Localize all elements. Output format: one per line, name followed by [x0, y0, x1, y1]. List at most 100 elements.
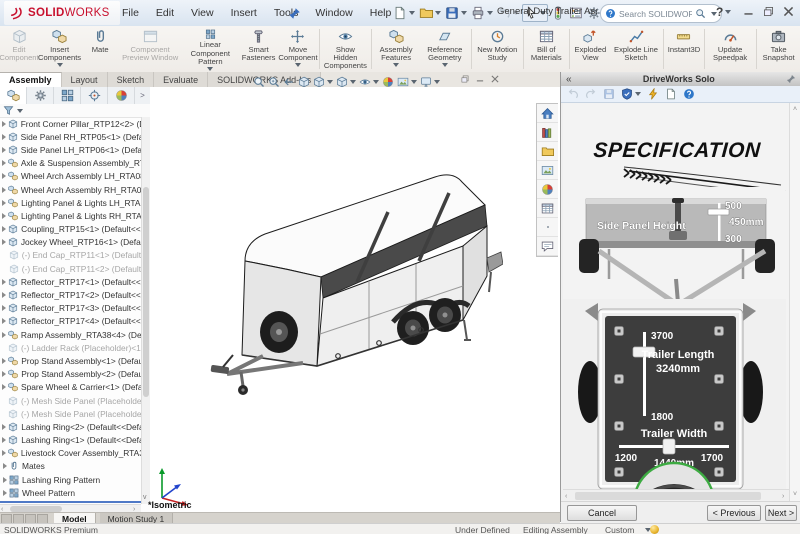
smart-fasteners-button[interactable]: Smart Fasteners	[239, 26, 277, 72]
cancel-button[interactable]: Cancel	[567, 505, 637, 521]
tree-item-axle-suspension-assemb[interactable]: Axle & Suspension Assembly_RTA07	[0, 157, 141, 170]
next-button[interactable]: Next >	[765, 505, 797, 521]
tree-item-wheel-arch-assembly-rh-r[interactable]: Wheel Arch Assembly RH_RTA09<1>	[0, 183, 141, 196]
tree-item-end-cap-rtp11-2-de[interactable]: (-) End Cap_RTP11<2> (Default)	[0, 262, 141, 275]
dropdown-caret-icon[interactable]	[435, 11, 441, 15]
explode-line-sketch-button[interactable]: Explode Line Sketch	[610, 26, 662, 72]
dropdown-caret-icon[interactable]	[350, 80, 356, 84]
expand-arrow-icon[interactable]	[0, 173, 8, 179]
instant3d-button[interactable]: Instant3D	[665, 26, 703, 72]
dropdown-caret-icon[interactable]	[434, 80, 440, 84]
dw-hscroll-right-icon[interactable]: ›	[782, 493, 784, 500]
panel-collapse-icon[interactable]: «	[561, 74, 577, 85]
previous-button[interactable]: < Previous	[707, 505, 761, 521]
dropdown-caret-icon[interactable]	[327, 80, 333, 84]
dw-help-button[interactable]	[683, 85, 695, 103]
panel-tab-feature-manager[interactable]	[0, 87, 27, 104]
exploded-view-button[interactable]: Exploded View	[571, 26, 610, 72]
expand-arrow-icon[interactable]	[0, 121, 8, 127]
tree-item-livestock-cover-assembly[interactable]: Livestock Cover Assembly_RTA39<3	[0, 447, 141, 460]
filter-icon[interactable]	[3, 105, 14, 116]
menu-file[interactable]: File	[122, 7, 139, 19]
expand-arrow-icon[interactable]	[0, 477, 9, 483]
trailer-width-slider-thumb[interactable]	[663, 439, 675, 454]
menu-edit[interactable]: Edit	[156, 7, 174, 19]
taskpane-view-palette-button[interactable]	[537, 161, 558, 180]
tab-assembly[interactable]: Assembly	[0, 72, 62, 87]
linear-component-pattern-button[interactable]: Linear Component Pattern	[181, 26, 239, 72]
tree-item-lighting-panel-lights[interactable]: Lighting Panel & Lights LH_RTA13<	[0, 196, 141, 209]
trailer-3d-model[interactable]	[183, 160, 503, 408]
print-button[interactable]	[470, 5, 494, 21]
tree-item-jockey-wheel-rtp16-1-d[interactable]: Jockey Wheel_RTP16<1> (Default<<	[0, 236, 141, 249]
tree-vertical-scrollbar[interactable]: v	[141, 117, 150, 504]
tree-item-lighting-panel-lights[interactable]: Lighting Panel & Lights RH_RTA14<	[0, 209, 141, 222]
tree-item-lashing-ring-1-default[interactable]: Lashing Ring<1> (Default<<Default	[0, 434, 141, 447]
assembly-features-button[interactable]: Assembly Features	[373, 26, 420, 72]
reference-geometry-button[interactable]: Reference Geometry	[420, 26, 471, 72]
tree-item-wheel-arch-assembly-lh-r[interactable]: Wheel Arch Assembly LH_RTA08<1>	[0, 170, 141, 183]
expand-arrow-icon[interactable]	[0, 160, 8, 166]
expand-arrow-icon[interactable]	[0, 134, 8, 140]
menu-view[interactable]: View	[191, 7, 214, 19]
tree-item-ramp-assembly-rta38-4[interactable]: Ramp Assembly_RTA38<4> (Default	[0, 328, 141, 341]
taskpane-separator-dot-button[interactable]	[537, 218, 558, 237]
doc-restore-icon[interactable]	[460, 74, 470, 84]
expand-arrow-icon[interactable]	[0, 187, 8, 193]
dropdown-caret-icon[interactable]	[411, 80, 417, 84]
tree-item-reflector-rtp17-4-defa[interactable]: Reflector_RTP17<4> (Default<<Defa	[0, 315, 141, 328]
menu-insert[interactable]: Insert	[231, 7, 257, 19]
status-units-select[interactable]: Custom	[605, 525, 634, 534]
open-folder-button[interactable]	[418, 5, 442, 21]
new-document-button[interactable]	[392, 5, 416, 21]
dropdown-caret-icon[interactable]	[373, 80, 379, 84]
panel-tab-overflow[interactable]: >	[135, 87, 150, 104]
help-button[interactable]: ?	[716, 5, 731, 19]
panel-tab-property-manager[interactable]	[27, 87, 54, 104]
tree-item-mesh-side-panel-pla[interactable]: (-) Mesh Side Panel (Placeholder)<1	[0, 394, 141, 407]
tree-item-mesh-side-panel-pla[interactable]: (-) Mesh Side Panel (Placeholder)<2	[0, 407, 141, 420]
expand-arrow-icon[interactable]	[0, 450, 8, 456]
expand-arrow-icon[interactable]	[0, 292, 8, 298]
tree-item-front-corner-pillar-rtp1[interactable]: Front Corner Pillar_RTP12<2> (Defau	[0, 117, 141, 130]
tree-item-lashing-ring-2-default[interactable]: Lashing Ring<2> (Default<<Default	[0, 420, 141, 433]
tree-item-end-cap-rtp11-1-de[interactable]: (-) End Cap_RTP11<1> (Default)	[0, 249, 141, 262]
menu-window[interactable]: Window	[315, 7, 352, 19]
expand-arrow-icon[interactable]	[0, 305, 8, 311]
expand-arrow-icon[interactable]	[0, 318, 8, 324]
doc-close-icon[interactable]	[490, 74, 500, 84]
tree-item-side-panel-lh-rtp06-1[interactable]: Side Panel LH_RTP06<1> (Default<<	[0, 143, 141, 156]
dw-vscroll-up-icon[interactable]: ˄	[793, 106, 797, 113]
panel-tab-dimxpert-manager[interactable]	[81, 87, 108, 104]
update-speedpak-button[interactable]: Update Speedpak	[706, 26, 755, 72]
expand-arrow-icon[interactable]	[0, 213, 8, 219]
panel-tab-configuration-manager[interactable]	[54, 87, 81, 104]
taskpane-file-explorer-button[interactable]	[537, 142, 558, 161]
panel-pin-icon[interactable]	[781, 74, 800, 85]
dropdown-caret-icon[interactable]	[207, 67, 213, 71]
taskpane-custom-properties-button[interactable]	[537, 199, 558, 218]
tree-vscroll-down-icon[interactable]: v	[143, 494, 147, 501]
tree-item-mates[interactable]: Mates	[0, 460, 141, 473]
search-icon[interactable]	[695, 8, 706, 19]
expand-arrow-icon[interactable]	[0, 437, 8, 443]
dw-hscroll-left-icon[interactable]: ‹	[565, 493, 567, 500]
panel-tab-display-manager[interactable]	[108, 87, 135, 104]
dropdown-caret-icon[interactable]	[393, 63, 399, 67]
tree-item-reflector-rtp17-3-defa[interactable]: Reflector_RTP17<3> (Default<<Defa	[0, 302, 141, 315]
rollback-bar[interactable]	[0, 501, 141, 503]
dropdown-caret-icon[interactable]	[461, 11, 467, 15]
doc-minimize-icon[interactable]	[475, 74, 485, 84]
tab-evaluate[interactable]: Evaluate	[154, 72, 208, 87]
insert-components-button[interactable]: Insert Components	[38, 26, 81, 72]
tree-item-wheel-pattern[interactable]: Wheel Pattern	[0, 486, 141, 499]
taskpane-home-button[interactable]	[537, 104, 558, 123]
dropdown-caret-icon[interactable]	[487, 11, 493, 15]
close-icon[interactable]	[782, 5, 795, 18]
dropdown-caret-icon[interactable]	[295, 63, 301, 67]
tree-item-reflector-rtp17-2-defa[interactable]: Reflector_RTP17<2> (Default<<Defa	[0, 288, 141, 301]
dw-hscroll-thumb[interactable]	[575, 492, 761, 500]
expand-arrow-icon[interactable]	[0, 147, 8, 153]
tree-item-prop-stand-assembly-1[interactable]: Prop Stand Assembly<1> (Default<	[0, 354, 141, 367]
dropdown-caret-icon[interactable]	[635, 92, 641, 96]
